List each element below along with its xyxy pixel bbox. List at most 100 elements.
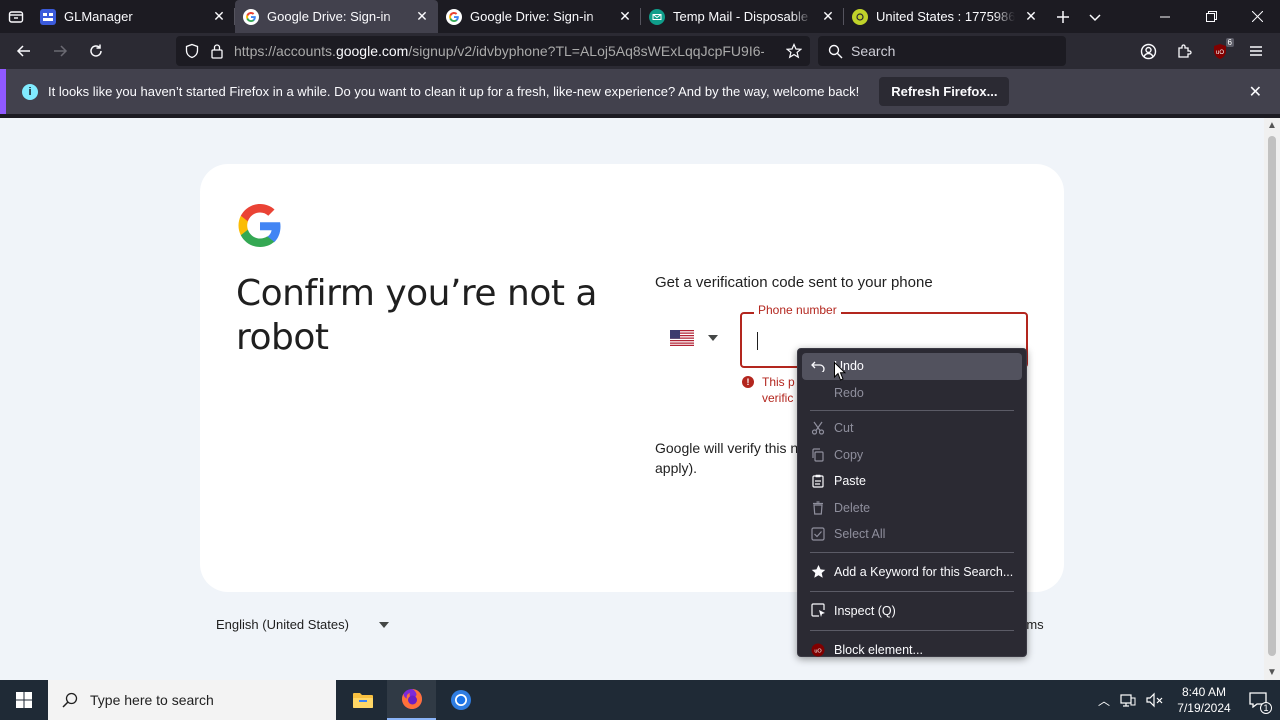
tab-temp-mail[interactable]: Temp Mail - Disposable Temporary Email ✕ [641, 0, 844, 33]
notification-divider [0, 114, 1280, 118]
list-all-tabs-button[interactable] [1079, 0, 1111, 33]
scroll-up-arrow-icon[interactable]: ▲ [1267, 120, 1277, 131]
scrollbar-thumb[interactable] [1268, 136, 1276, 656]
back-button[interactable] [6, 35, 42, 67]
app-menu-button[interactable] [1238, 35, 1274, 67]
tab-close-icon[interactable]: ✕ [1023, 8, 1039, 25]
tab-google-drive-active[interactable]: Google Drive: Sign-in ✕ [235, 0, 438, 33]
search-bar[interactable]: Search [818, 36, 1066, 66]
reload-button[interactable] [78, 35, 114, 67]
close-notification-icon[interactable]: ✕ [1249, 82, 1262, 102]
google-favicon-icon [243, 8, 259, 25]
account-icon [1140, 43, 1156, 59]
menu-item-label: Inspect (Q) [834, 603, 896, 618]
cut-icon [810, 420, 826, 436]
url-domain: google.com [335, 43, 409, 59]
verify-disclaimer-text: Google will verify this n apply). [655, 440, 799, 476]
undo-icon [810, 358, 826, 374]
plus-icon [1057, 10, 1069, 23]
delete-icon [810, 500, 826, 516]
copy-icon [810, 447, 826, 463]
info-icon: i [22, 83, 38, 100]
navigation-toolbar: https://accounts.google.com/signup/v2/id… [0, 33, 1280, 69]
text-caret [757, 332, 758, 350]
hamburger-menu-icon [1250, 46, 1262, 56]
menu-item-label: Redo [834, 385, 864, 400]
address-bar[interactable]: https://accounts.google.com/signup/v2/id… [176, 36, 810, 66]
svg-text:uO: uO [1216, 50, 1224, 56]
menu-item-label: Block element... [834, 642, 923, 657]
menu-item-paste[interactable]: Paste [798, 468, 1026, 495]
menu-item-label: Select All [834, 527, 886, 542]
firefox-view-button[interactable] [0, 0, 32, 33]
language-selector[interactable]: English (United States) [216, 617, 389, 632]
select-all-icon [810, 526, 826, 542]
verification-subtext: Get a verification code sent to your pho… [655, 274, 933, 291]
network-icon[interactable] [1120, 692, 1136, 708]
tab-close-icon[interactable]: ✕ [414, 8, 430, 25]
menu-item-select-all[interactable]: Select All [798, 521, 1026, 548]
tab-close-icon[interactable]: ✕ [617, 8, 633, 25]
volume-muted-icon[interactable] [1146, 692, 1164, 708]
paste-icon [810, 473, 826, 489]
refresh-firefox-button[interactable]: Refresh Firefox... [879, 77, 1010, 106]
tab-google-drive[interactable]: Google Drive: Sign-in ✕ [438, 0, 641, 33]
ublock-origin-button[interactable]: uO 6 [1202, 35, 1238, 67]
bookmark-star-icon[interactable] [786, 43, 802, 59]
taskbar-search-box[interactable]: Type here to search [48, 680, 336, 720]
new-tab-button[interactable] [1047, 0, 1079, 33]
menu-item-copy[interactable]: Copy [798, 442, 1026, 469]
folder-icon [352, 693, 373, 708]
file-explorer-app[interactable] [338, 680, 387, 720]
url-text[interactable]: https://accounts.google.com/signup/v2/id… [234, 43, 764, 59]
clock-time: 8:40 AM [1181, 685, 1227, 699]
search-icon [828, 44, 843, 58]
system-tray: ︿ 8:40 AM 7/19/2024 1 [1098, 680, 1280, 720]
firefox-app[interactable] [387, 680, 436, 720]
menu-item-inspect[interactable]: Inspect (Q) [798, 596, 1026, 626]
menu-item-cut[interactable]: Cut [798, 415, 1026, 442]
menu-item-add-keyword[interactable]: Add a Keyword for this Search... [798, 557, 1026, 587]
restore-button[interactable] [1188, 0, 1234, 33]
tab-glmanager[interactable]: GLManager ✕ [32, 0, 235, 33]
firefox-icon [401, 689, 422, 709]
menu-item-redo[interactable]: Redo [798, 380, 1026, 407]
close-window-button[interactable] [1234, 0, 1280, 33]
tab-title: Google Drive: Sign-in [470, 9, 594, 24]
minimize-button[interactable] [1142, 0, 1188, 33]
lock-icon[interactable] [210, 43, 224, 59]
taskbar-clock[interactable]: 8:40 AM 7/19/2024 [1174, 684, 1234, 716]
tab-title: GLManager [64, 9, 133, 24]
puzzle-piece-icon [1177, 43, 1192, 58]
extensions-button[interactable] [1166, 35, 1202, 67]
country-code-selector[interactable] [670, 330, 718, 346]
show-hidden-icons-chevron-icon[interactable]: ︿ [1098, 692, 1110, 709]
tab-close-icon[interactable]: ✕ [211, 8, 227, 25]
tab-title: Google Drive: Sign-in [267, 9, 391, 24]
tab-close-icon[interactable]: ✕ [820, 8, 836, 25]
windows-taskbar: Type here to search ︿ 8:40 AM 7/19/2024 … [0, 680, 1280, 720]
tab-title: United States : 17759865200 [876, 9, 1015, 24]
page-scrollbar[interactable]: ▲ ▼ [1264, 118, 1280, 680]
menu-item-delete[interactable]: Delete [798, 495, 1026, 522]
scroll-down-arrow-icon[interactable]: ▼ [1267, 667, 1277, 678]
search-placeholder: Search [851, 43, 896, 59]
account-button[interactable] [1130, 35, 1166, 67]
ublock-icon: uO [810, 642, 826, 658]
menu-item-block-element[interactable]: uO Block element... [798, 635, 1026, 665]
forward-arrow-icon [54, 45, 68, 57]
dropdown-arrow-icon [378, 621, 389, 628]
chrome-app[interactable] [436, 680, 485, 720]
menu-item-label: Copy [834, 447, 864, 462]
notification-center-button[interactable]: 1 [1244, 692, 1272, 714]
tracking-protection-shield-icon[interactable] [184, 43, 200, 59]
url-path: /signup/v2/idvbyphone?TL=ALoj5Aq8sWExLqq… [408, 43, 764, 59]
clock-date: 7/19/2024 [1177, 701, 1231, 715]
tab-united-states[interactable]: United States : 17759865200 ✕ [844, 0, 1047, 33]
error-text-line-1: This p [762, 375, 795, 389]
language-label: English (United States) [216, 617, 349, 632]
menu-separator [810, 590, 1014, 592]
forward-button[interactable] [42, 35, 78, 67]
start-button[interactable] [0, 680, 48, 720]
windows-logo-icon [16, 692, 32, 708]
